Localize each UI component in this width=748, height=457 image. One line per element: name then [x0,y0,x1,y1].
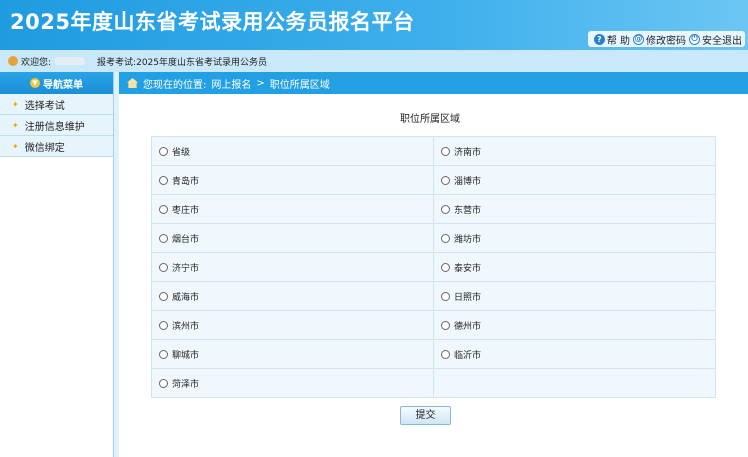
radio-button[interactable] [441,204,450,214]
radio-button[interactable] [441,233,450,243]
star-icon: ✦ [12,99,19,109]
radio-button[interactable] [441,175,450,185]
sidebar-item-wechat-binding[interactable]: ✦ 微信绑定 [0,136,113,157]
logout-link[interactable]: ⏻ 安全退出 [689,32,742,47]
region-label: 省级 [172,147,191,158]
region-label: 菏泽市 [172,379,200,390]
region-options-table: 省级 济南市 青岛市 淄博市 枣庄市 东营市 烟台市 潍坊市 济宁市 泰安市 威… [151,136,716,398]
sidebar-item-label: 选择考试 [24,100,65,112]
radio-button[interactable] [441,146,450,156]
region-label: 济宁市 [172,263,200,274]
radio-button[interactable] [159,262,168,272]
region-label: 威海市 [172,292,200,303]
region-option[interactable]: 东营市 [441,203,715,216]
region-label: 淄博市 [454,176,482,187]
region-label: 枣庄市 [172,205,200,216]
user-info-bar: 欢迎您: 报考考试: 2025年度山东省考试录用公务员 [0,50,748,72]
region-option[interactable]: 泰安市 [441,261,715,274]
region-option[interactable]: 临沂市 [441,348,715,361]
region-option[interactable]: 淄博市 [441,174,715,187]
header-banner: 2025年度山东省考试录用公务员报名平台 ? 帮 助 @ 修改密码 ⏻ 安全退出 [0,0,748,50]
sidebar-divider [114,72,119,457]
help-link[interactable]: ? 帮 助 [593,32,630,47]
power-icon: ⏻ [689,33,700,45]
region-option[interactable]: 烟台市 [159,232,433,245]
user-icon [8,56,18,66]
page-title: 职位所属区域 [400,114,460,125]
radio-button[interactable] [159,204,168,214]
logout-label: 安全退出 [702,35,742,47]
radio-button[interactable] [441,349,450,359]
region-option[interactable]: 省级 [159,145,433,158]
help-label: 帮 助 [606,35,630,47]
region-option[interactable]: 聊城市 [159,348,433,361]
star-icon: ✦ [12,120,19,130]
breadcrumb: 您现在的位置: 网上报名 > 职位所属区域 [119,72,748,94]
change-password-link[interactable]: @ 修改密码 [633,32,686,47]
region-label: 滨州市 [172,321,200,332]
header-links: ? 帮 助 @ 修改密码 ⏻ 安全退出 [587,31,745,47]
breadcrumb-prefix: 您现在的位置: [143,79,207,91]
region-option[interactable]: 枣庄市 [159,203,433,216]
exam-label: 报考考试: [97,57,137,68]
sidebar-item-label: 微信绑定 [24,142,65,154]
region-option[interactable]: 滨州市 [159,319,433,332]
exam-name: 2025年度山东省考试录用公务员 [136,57,267,68]
radio-button[interactable] [441,291,450,301]
region-label: 临沂市 [454,350,482,361]
region-option[interactable]: 青岛市 [159,174,433,187]
submit-button[interactable]: 提交 [400,406,451,425]
region-label: 烟台市 [172,234,200,245]
region-label: 济南市 [454,147,482,158]
region-label: 聊城市 [172,350,200,361]
radio-button[interactable] [159,146,168,156]
welcome-label: 欢迎您: [21,57,52,68]
region-option[interactable]: 德州市 [441,319,715,332]
region-label: 潍坊市 [454,234,482,245]
home-icon [127,78,138,88]
region-label: 泰安市 [454,263,482,274]
radio-button[interactable] [441,262,450,272]
region-option[interactable]: 威海市 [159,290,433,303]
region-label: 日照市 [454,292,482,303]
radio-button[interactable] [159,320,168,330]
username-redacted [55,57,86,65]
region-option[interactable]: 日照市 [441,290,715,303]
radio-button[interactable] [159,233,168,243]
password-icon: @ [633,33,644,45]
breadcrumb-current: 职位所属区域 [269,79,330,91]
sidebar-item-label: 注册信息维护 [24,121,85,133]
radio-button[interactable] [159,175,168,185]
region-label: 青岛市 [172,176,200,187]
radio-button[interactable] [441,320,450,330]
region-label: 德州市 [454,321,482,332]
star-icon: ✦ [12,141,19,151]
region-option[interactable]: 菏泽市 [159,377,433,390]
site-title: 2025年度山东省考试录用公务员报名平台 [10,10,415,34]
change-password-label: 修改密码 [646,35,686,47]
sidebar-item-registration-info[interactable]: ✦ 注册信息维护 [0,115,113,136]
help-icon: ? [593,33,605,45]
sidebar: ▼ 导航菜单 ✦ 选择考试 ✦ 注册信息维护 ✦ 微信绑定 [0,72,114,457]
nav-menu-header: ▼ 导航菜单 [0,72,113,94]
region-label: 东营市 [454,205,482,216]
region-option[interactable]: 济宁市 [159,261,433,274]
breadcrumb-item: 网上报名 [211,79,252,91]
breadcrumb-separator: > [256,77,265,89]
region-option[interactable]: 潍坊市 [441,232,715,245]
radio-button[interactable] [159,291,168,301]
sidebar-item-select-exam[interactable]: ✦ 选择考试 [0,94,113,115]
radio-button[interactable] [159,349,168,359]
chevron-down-icon: ▼ [30,78,40,88]
region-option[interactable]: 济南市 [441,145,715,158]
radio-button[interactable] [159,378,168,388]
empty-cell [433,368,716,398]
nav-menu-title: 导航菜单 [43,79,83,91]
